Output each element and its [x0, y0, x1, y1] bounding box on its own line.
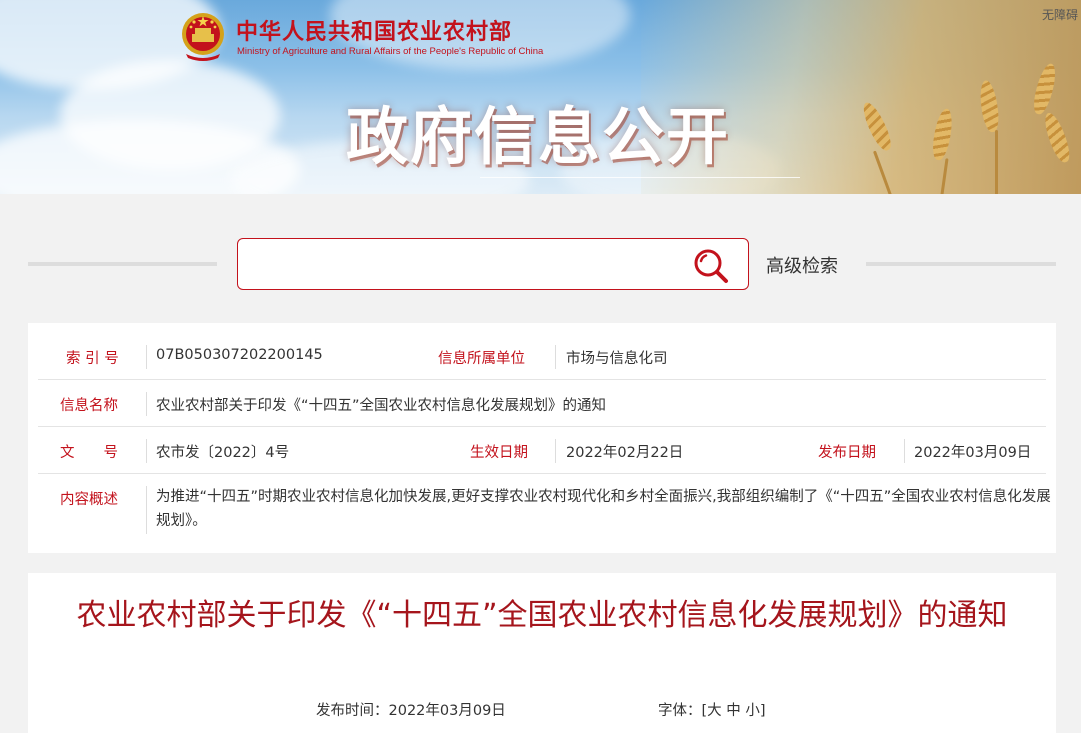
national-emblem-icon[interactable] [180, 10, 226, 62]
name-label: 信息名称 [60, 398, 118, 414]
divider [146, 345, 147, 369]
font-large-button[interactable]: 大 [707, 703, 722, 719]
table-row: 文 号 农市发〔2022〕4号 生效日期 2022年02月22日 发布日期 20… [38, 427, 1046, 474]
index-label: 索 引 号 [66, 351, 119, 367]
index-value: 07B050307202200145 [156, 347, 323, 363]
name-value: 农业农村部关于印发《“十四五”全国农业农村信息化发展规划》的通知 [156, 398, 607, 414]
doc-number-value: 农市发〔2022〕4号 [156, 445, 290, 461]
article-title: 农业农村部关于印发《“十四五”全国农业农村信息化发展规划》的通知 [76, 598, 1008, 633]
summary-label: 内容概述 [60, 492, 118, 508]
summary-value: 为推进“十四五”时期农业农村信息化加快发展,更好支撑农业农村现代化和乡村全面振兴… [156, 489, 1051, 529]
ministry-name-cn[interactable]: 中华人民共和国农业农村部 [236, 14, 512, 46]
search-input[interactable] [250, 249, 680, 279]
bracket-close: ] [759, 703, 766, 719]
ministry-name-en: Ministry of Agriculture and Rural Affair… [237, 46, 544, 57]
accessibility-link[interactable]: 无障碍 [1042, 6, 1078, 23]
article: 农业农村部关于印发《“十四五”全国农业农村信息化发展规划》的通知 发布时间：20… [28, 573, 1056, 733]
unit-value: 市场与信息化司 [566, 351, 668, 367]
divider [480, 177, 800, 178]
font-small-button[interactable]: 小 [745, 703, 760, 719]
publish-date-value: 2022年03月09日 [914, 445, 1032, 461]
divider [904, 439, 905, 463]
search-icon[interactable] [692, 247, 730, 285]
divider [866, 262, 1056, 266]
publish-date-label: 发布日期 [818, 445, 876, 461]
table-row: 信息名称 农业农村部关于印发《“十四五”全国农业农村信息化发展规划》的通知 [38, 380, 1046, 427]
table-row: 索 引 号 07B050307202200145 信息所属单位 市场与信息化司 [38, 333, 1046, 380]
font-size-control: 字体：[大 中 小] [658, 699, 766, 720]
publish-time: 发布时间：2022年03月09日 [316, 703, 506, 719]
divider [555, 345, 556, 369]
info-table: 索 引 号 07B050307202200145 信息所属单位 市场与信息化司 … [28, 323, 1056, 553]
unit-label: 信息所属单位 [438, 351, 525, 367]
doc-number-label: 文 号 [60, 445, 118, 461]
divider [146, 439, 147, 463]
divider [146, 392, 147, 416]
advanced-search-link[interactable]: 高级检索 [766, 252, 838, 278]
effective-date-label: 生效日期 [470, 445, 528, 461]
font-medium-button[interactable]: 中 [726, 703, 741, 719]
wheat-stalk [995, 130, 998, 194]
table-row: 内容概述 为推进“十四五”时期农业农村信息化加快发展,更好支撑农业农村现代化和乡… [38, 474, 1051, 544]
divider [146, 486, 147, 534]
header-banner: 中华人民共和国农业农村部 Ministry of Agriculture and… [0, 0, 1081, 194]
effective-date-value: 2022年02月22日 [566, 445, 684, 461]
search-box [237, 238, 749, 290]
font-size-label: 字体： [658, 703, 702, 719]
divider [28, 262, 217, 266]
divider [555, 439, 556, 463]
page-title: 政府信息公开 [346, 100, 731, 173]
